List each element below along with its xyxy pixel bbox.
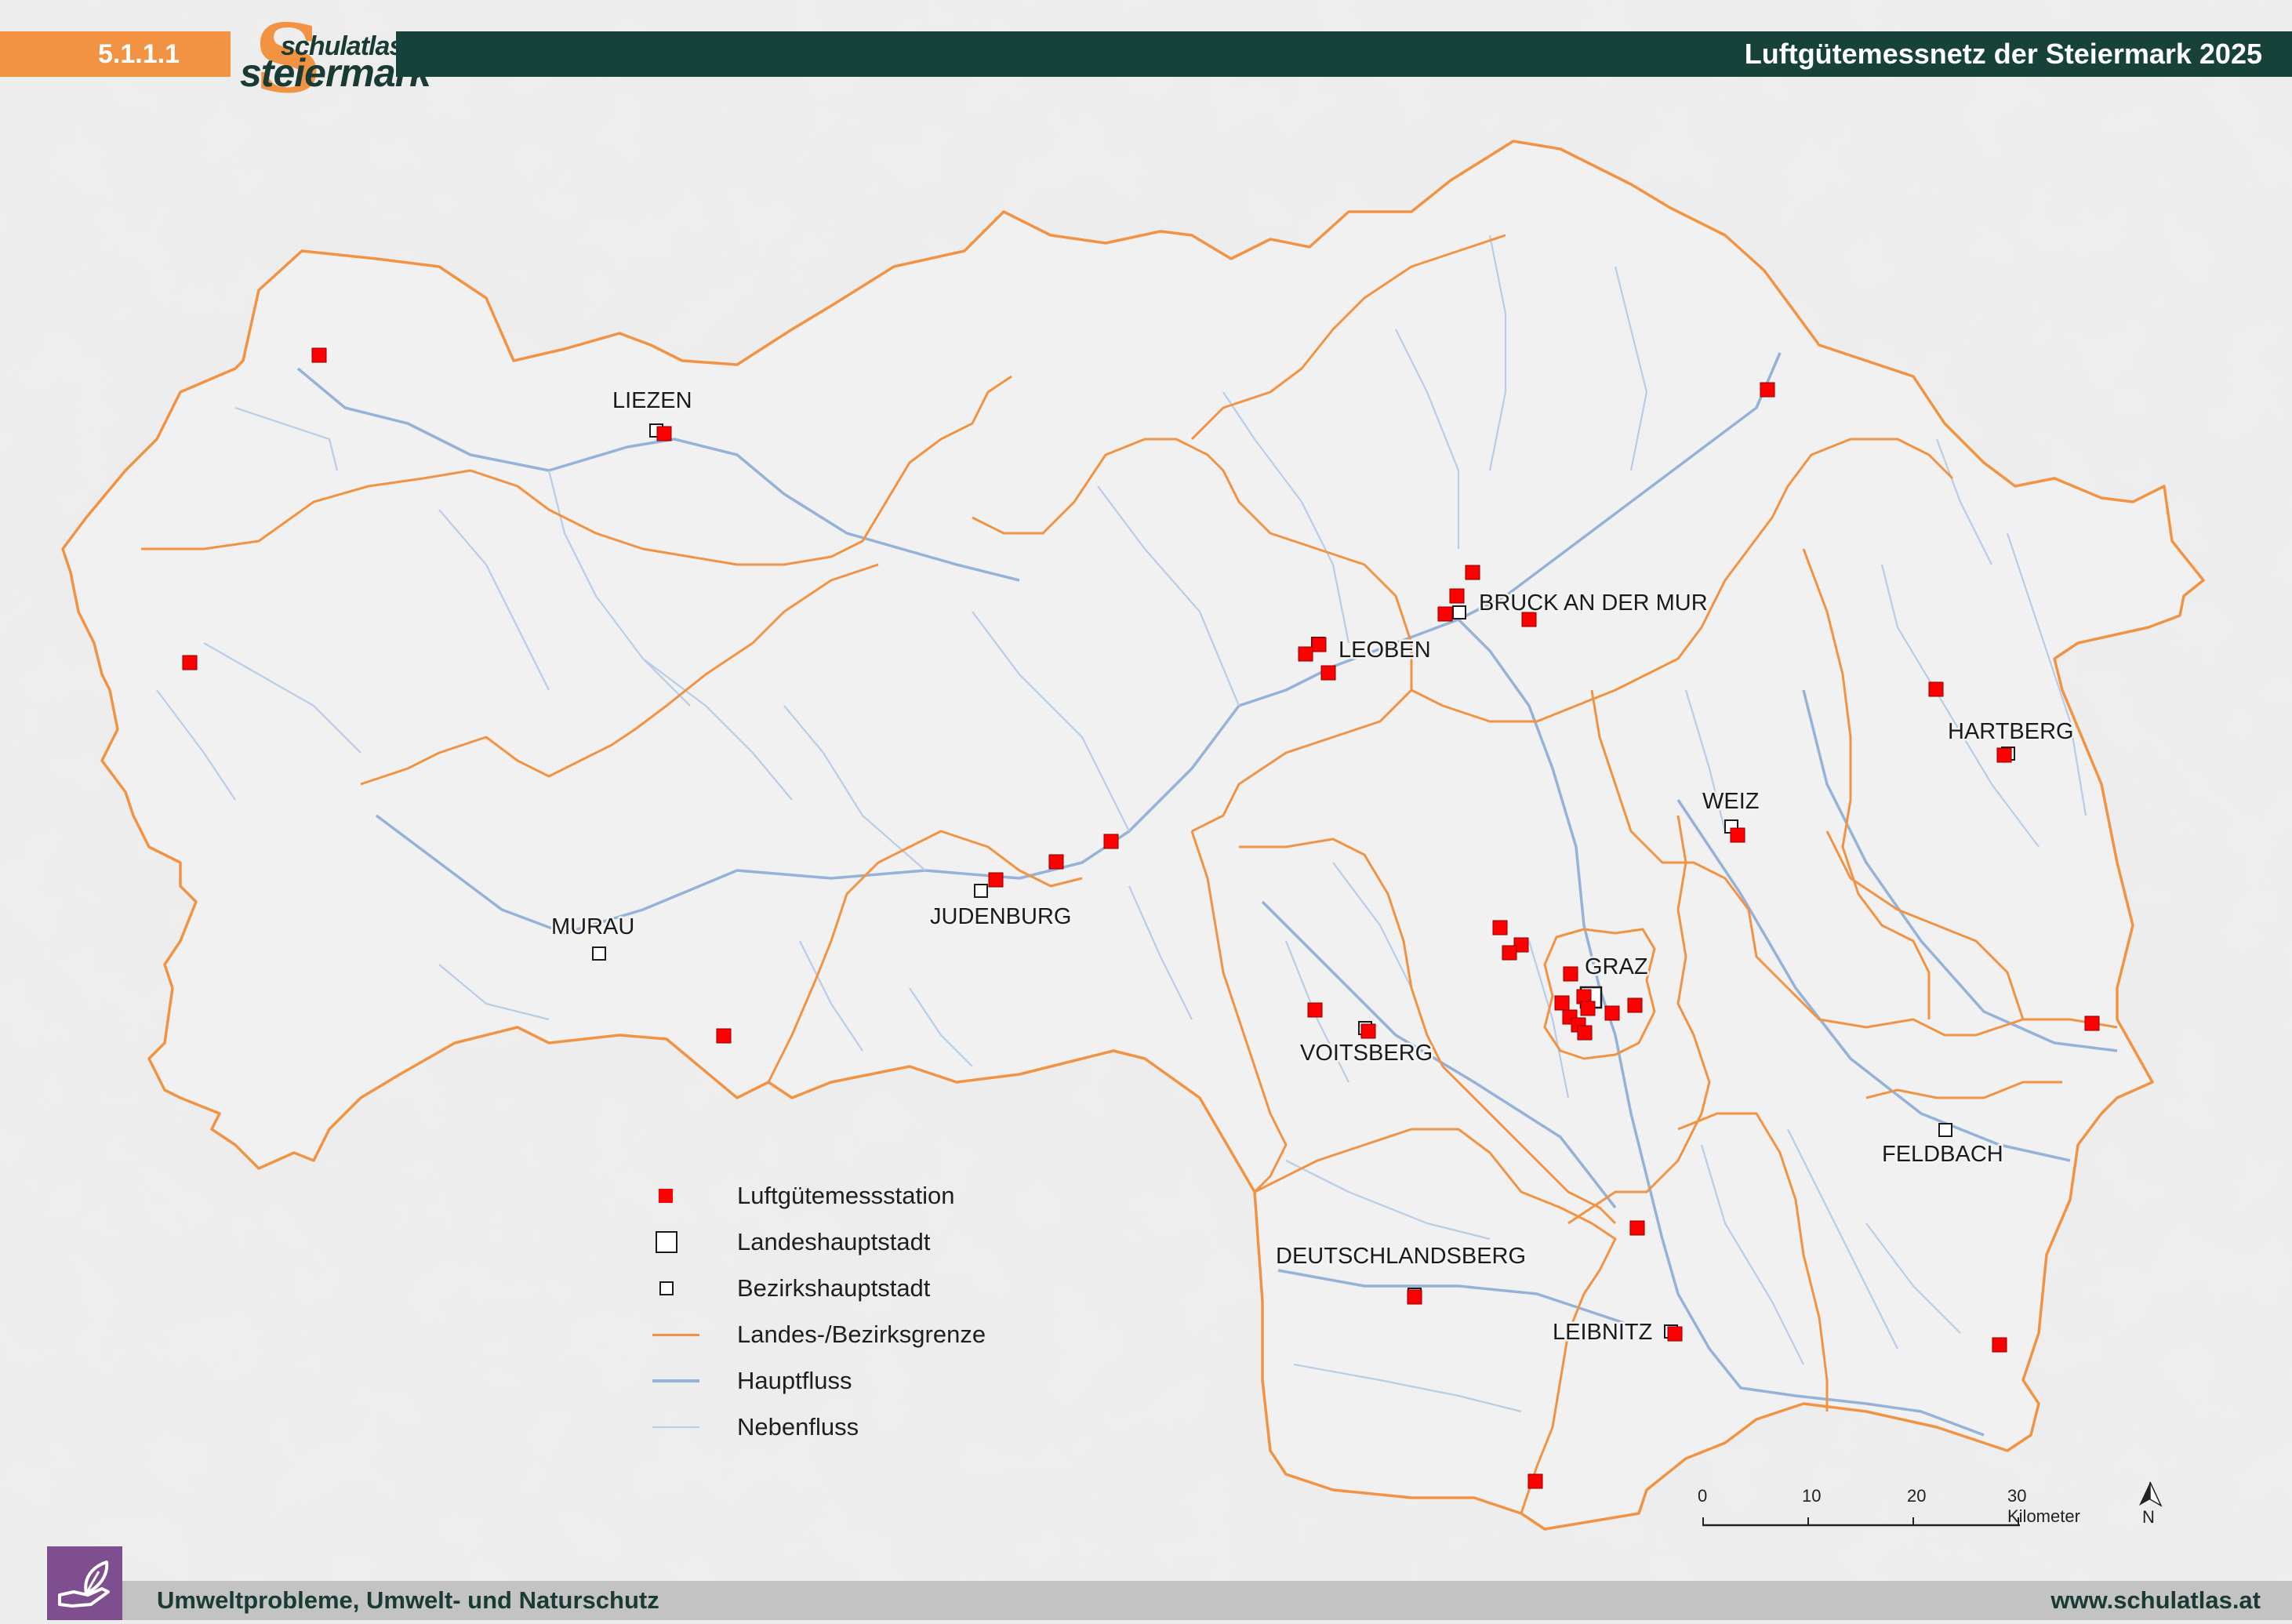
station [1667,1326,1683,1342]
scale-tick-0: 0 [1698,1486,1708,1506]
hand-plant-icon [58,1560,110,1608]
legend-station-symbol [652,1180,699,1212]
legend-border-symbol [652,1319,699,1350]
station [1730,827,1745,843]
capital-judenburg [974,884,988,898]
legend-capital-label: Landeshauptstadt [737,1228,931,1255]
station [1492,920,1508,936]
station [1527,1473,1543,1489]
station [1580,1001,1596,1016]
capital-bruck [1452,605,1466,619]
station [1502,945,1517,961]
north-arrow-icon [2139,1481,2163,1507]
station [1360,1023,1376,1039]
station [311,347,327,363]
station [1437,606,1453,622]
station [1627,997,1643,1013]
scale-bar: 0 10 20 30 Kilometer [1698,1486,2080,1541]
station [1048,854,1064,870]
station [1320,665,1336,681]
label-hartberg: HARTBERG [1948,719,2074,744]
legend-capital-symbol [652,1226,699,1258]
legend-side-river-symbol [652,1411,699,1443]
label-graz: GRAZ [1585,954,1648,979]
label-leoben: LEOBEN [1339,638,1431,663]
label-feldbach: FELDBACH [1882,1142,2003,1167]
topic-icon [47,1546,122,1620]
station [656,426,672,441]
label-leibnitz: LEIBNITZ [1553,1320,1652,1345]
label-voitsberg: VOITSBERG [1300,1041,1433,1066]
station [988,872,1004,888]
station [1449,588,1465,604]
label-deutschlandsberg: DEUTSCHLANDSBERG [1276,1244,1526,1269]
footer-topic: Umweltprobleme, Umwelt- und Naturschutz [157,1586,659,1614]
legend-district-capital: Bezirkshauptstadt [652,1273,1013,1304]
station [1307,1002,1323,1018]
station [1563,966,1578,982]
station [716,1028,732,1044]
legend-side-river: Nebenfluss [652,1411,1013,1443]
styria-map: LIEZEN BRUCK AN DER MUR LEOBEN HARTBERG … [61,140,2205,1531]
station [1577,1025,1593,1041]
state-area [63,141,2203,1529]
footer-url[interactable]: www.schulatlas.at [2050,1586,2261,1615]
legend-district-capital-symbol [652,1273,699,1304]
legend-capital: Landeshauptstadt [652,1226,1013,1258]
station [1629,1220,1645,1236]
capital-feldbach [1938,1123,1952,1137]
station [182,655,198,670]
station [1465,565,1480,580]
legend-border: Landes-/Bezirksgrenze [652,1319,1013,1350]
station [1298,646,1313,662]
station [1554,995,1570,1011]
legend-side-river-label: Nebenfluss [737,1413,859,1441]
legend-station: Luftgütemessstation [652,1180,1013,1212]
scale-tick-10: 10 [1802,1486,1822,1506]
station [1604,1005,1620,1021]
station [1311,637,1327,652]
scale-tick-20: 20 [1907,1486,1927,1506]
station [1760,382,1775,398]
label-bruck: BRUCK AN DER MUR [1479,590,1708,616]
legend-district-capital-label: Bezirkshauptstadt [737,1274,931,1302]
station [1103,834,1119,849]
capital-murau [592,946,606,961]
station [1996,747,2012,763]
north-arrow: N [2134,1480,2166,1528]
north-label: N [2142,1507,2155,1527]
footer-bar: Umweltprobleme, Umwelt- und Naturschutz … [122,1581,2292,1620]
legend-main-river: Hauptfluss [652,1365,1013,1397]
label-judenburg: JUDENBURG [930,904,1071,929]
legend-main-river-label: Hauptfluss [737,1367,852,1394]
legend-border-label: Landes-/Bezirksgrenze [737,1321,986,1348]
legend-station-label: Luftgütemessstation [737,1182,955,1209]
label-murau: MURAU [551,914,634,939]
station [1407,1289,1422,1305]
legend-main-river-symbol [652,1365,699,1397]
station [2084,1015,2100,1031]
station [1928,681,1944,697]
label-liezen: LIEZEN [612,388,692,413]
label-weiz: WEIZ [1702,789,1760,814]
scale-line [1702,1517,2020,1527]
station [1992,1337,2007,1353]
